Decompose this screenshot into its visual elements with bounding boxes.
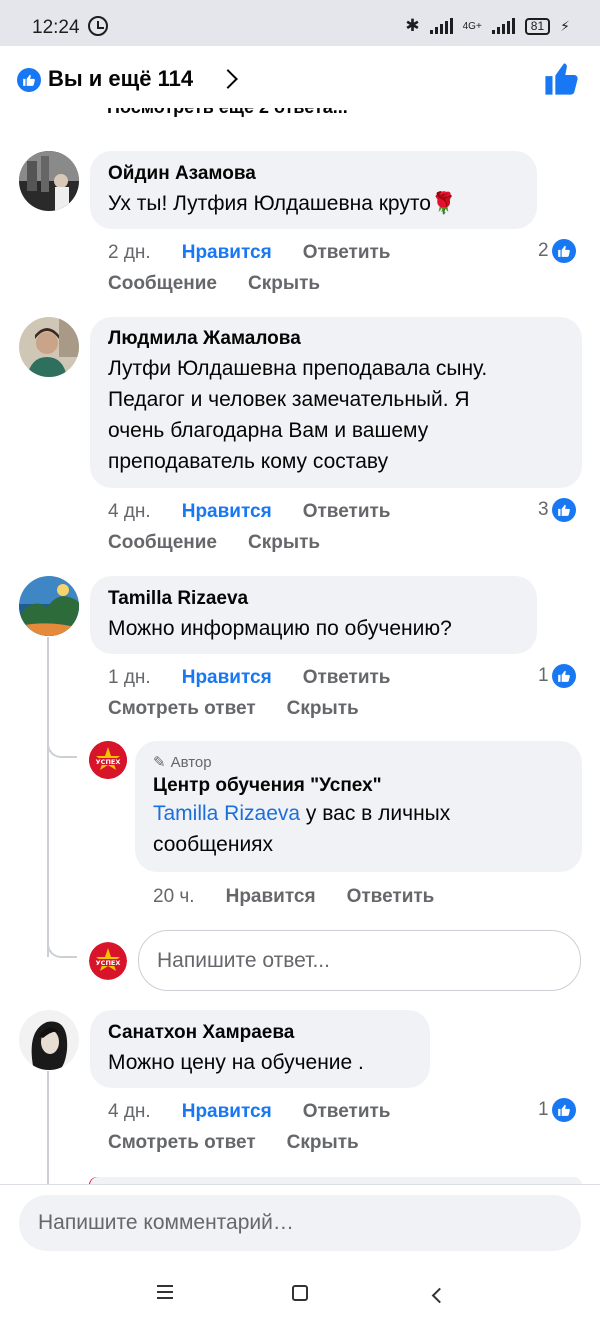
- svg-text:УСПЕХ: УСПЕХ: [96, 959, 121, 967]
- comment-time[interactable]: 20 ч.: [153, 886, 195, 908]
- comment-text: Tamilla Rizaeva у вас в личных сообщения…: [153, 802, 451, 856]
- clock: 12:24: [32, 17, 80, 38]
- comment-actions: 4 дн. Нравится Ответить: [108, 501, 391, 523]
- message-button[interactable]: Сообщение: [108, 532, 217, 554]
- like-count[interactable]: 2: [538, 239, 576, 263]
- reply-button[interactable]: Ответить: [303, 242, 391, 264]
- like-button-icon[interactable]: [544, 62, 578, 101]
- comment-text: Можно цену на обучение .: [108, 1051, 364, 1074]
- home-icon[interactable]: [292, 1285, 308, 1301]
- avatar[interactable]: [19, 317, 79, 377]
- author-badge: ✎ Автор: [153, 754, 212, 771]
- svg-text:УСПЕХ: УСПЕХ: [96, 758, 121, 766]
- bottom-bar: Напишите комментарий…: [0, 1184, 600, 1333]
- chevron-right-icon[interactable]: [218, 69, 238, 89]
- network-type: 4G+: [462, 20, 482, 32]
- see-reply-button[interactable]: Смотреть ответ: [108, 1132, 256, 1154]
- reply-input[interactable]: Напишите ответ...: [138, 930, 581, 991]
- status-bar: 12:24 ✱ 4G+ 81 ⚡: [0, 0, 600, 46]
- like-count[interactable]: 1: [538, 664, 576, 688]
- see-reply-button[interactable]: Смотреть ответ: [108, 698, 256, 720]
- like-button[interactable]: Нравится: [182, 242, 272, 264]
- like-button[interactable]: Нравится: [182, 501, 272, 523]
- bluetooth-icon: ✱: [405, 16, 420, 35]
- reactors-summary[interactable]: Вы и ещё 114: [48, 66, 193, 92]
- like-count[interactable]: 1: [538, 1098, 576, 1122]
- comment-bubble: Санатхон Хамраева Можно цену на обучение…: [90, 1010, 430, 1088]
- comment-time[interactable]: 1 дн.: [108, 667, 151, 689]
- author-reply-bubble: ✎ Автор Центр обучения "Успех" Tamilla R…: [135, 741, 582, 872]
- menu-icon[interactable]: [157, 1285, 173, 1303]
- like-reaction-icon: [551, 1098, 576, 1122]
- comment-input[interactable]: Напишите комментарий…: [19, 1195, 581, 1251]
- like-reaction-icon: [17, 68, 41, 92]
- comment-time[interactable]: 4 дн.: [108, 1101, 151, 1123]
- reactions-header[interactable]: Вы и ещё 114: [0, 46, 600, 110]
- signal-icon-2: [491, 18, 515, 34]
- reply-button[interactable]: Ответить: [347, 886, 435, 908]
- comment-author[interactable]: Людмила Жамалова: [108, 327, 564, 351]
- like-button[interactable]: Нравится: [182, 1101, 272, 1123]
- comment-actions-2: Сообщение Скрыть: [108, 532, 320, 554]
- reply-button[interactable]: Ответить: [303, 667, 391, 689]
- avatar[interactable]: [19, 1010, 79, 1070]
- comment-bubble: Tamilla Rizaeva Можно информацию по обуч…: [90, 576, 537, 654]
- avatar[interactable]: [19, 576, 79, 636]
- my-avatar: УСПЕХ: [89, 942, 127, 980]
- comment-actions-2: Сообщение Скрыть: [108, 273, 320, 295]
- like-count[interactable]: 3: [538, 498, 576, 522]
- like-reaction-icon: [551, 239, 576, 263]
- reply-button[interactable]: Ответить: [303, 501, 391, 523]
- comment-text: Лутфи Юлдашевна преподавала сыну. Педаго…: [108, 357, 488, 473]
- comment-bubble: Ойдин Азамова Ух ты! Лутфия Юлдашевна кр…: [90, 151, 537, 229]
- thread-connector: [47, 940, 77, 958]
- comment-actions-2: Смотреть ответ Скрыть: [108, 1132, 359, 1154]
- message-button[interactable]: Сообщение: [108, 273, 217, 295]
- comment-author[interactable]: Tamilla Rizaeva: [108, 587, 519, 611]
- comment-text: Можно информацию по обучению?: [108, 617, 452, 640]
- avatar[interactable]: [19, 151, 79, 211]
- comment-author[interactable]: Центр обучения "Успех": [153, 774, 564, 798]
- hide-button[interactable]: Скрыть: [248, 273, 320, 295]
- thread-connector: [47, 740, 77, 758]
- view-previous-replies[interactable]: Посмотреть ещё 2 ответа...: [107, 108, 348, 128]
- reply-button[interactable]: Ответить: [303, 1101, 391, 1123]
- hide-button[interactable]: Скрыть: [287, 1132, 359, 1154]
- pencil-icon: ✎: [153, 754, 166, 771]
- comment-author[interactable]: Санатхон Хамраева: [108, 1021, 412, 1045]
- comment-time[interactable]: 2 дн.: [108, 242, 151, 264]
- like-button[interactable]: Нравится: [226, 886, 316, 908]
- thread-line: [47, 1071, 49, 1186]
- comment-author[interactable]: Ойдин Азамова: [108, 162, 519, 186]
- back-icon[interactable]: [431, 1287, 448, 1304]
- battery-icon: 81: [524, 17, 551, 35]
- mention-link[interactable]: Tamilla Rizaeva: [153, 802, 300, 825]
- like-reaction-icon: [551, 498, 576, 522]
- signal-icon: [429, 18, 453, 34]
- charging-icon: ⚡: [560, 17, 570, 34]
- comment-actions: 4 дн. Нравится Ответить: [108, 1101, 391, 1123]
- comment-text: Ух ты! Лутфия Юлдашевна круто🌹: [108, 192, 458, 215]
- alarm-icon: [88, 16, 108, 36]
- comment-time[interactable]: 4 дн.: [108, 501, 151, 523]
- like-button[interactable]: Нравится: [182, 667, 272, 689]
- hide-button[interactable]: Скрыть: [287, 698, 359, 720]
- thread-line: [47, 637, 49, 957]
- hide-button[interactable]: Скрыть: [248, 532, 320, 554]
- comment-bubble: Людмила Жамалова Лутфи Юлдашевна препода…: [90, 317, 582, 488]
- page-logo-avatar[interactable]: УСПЕХ: [89, 741, 127, 779]
- comment-actions-2: Смотреть ответ Скрыть: [108, 698, 359, 720]
- comment-actions: 2 дн. Нравится Ответить: [108, 242, 391, 264]
- comment-actions: 20 ч. Нравится Ответить: [153, 886, 434, 908]
- comment-actions: 1 дн. Нравится Ответить: [108, 667, 391, 689]
- like-reaction-icon: [551, 664, 576, 688]
